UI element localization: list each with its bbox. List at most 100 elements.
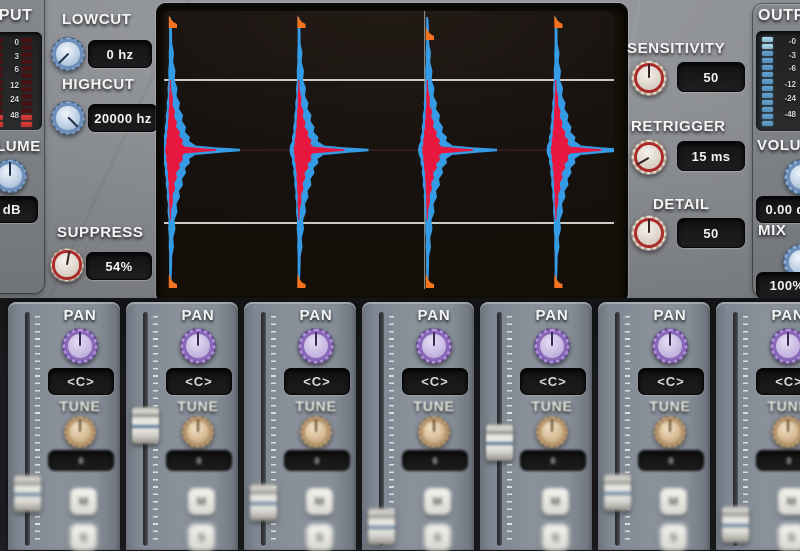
mute-button[interactable]: M [188,488,215,515]
mix-value[interactable]: 100% [756,272,800,299]
detail-knob[interactable] [631,215,667,251]
meter-led [762,107,773,112]
detail-label: DETAIL [653,196,710,213]
waveform-graph [164,11,614,289]
meter-led [0,66,3,71]
input-volume-value[interactable]: 0 dB [0,196,38,223]
tune-value[interactable]: 0 [638,450,704,471]
fader-handle[interactable] [368,508,395,545]
meter-led [762,86,773,91]
meter-led [21,80,32,85]
solo-button[interactable]: S [424,524,451,551]
lowcut-knob[interactable] [51,37,85,71]
input-meter-leds-left [0,38,3,127]
tune-knob[interactable] [182,416,214,448]
retrigger-value[interactable]: 15 ms [677,141,745,171]
pan-knob[interactable] [298,328,334,364]
channel-strip-2: PAN<C>TUNE0MS [126,302,238,550]
pan-knob[interactable] [416,328,452,364]
mute-button[interactable]: M [778,488,800,515]
tune-label: TUNE [520,398,584,414]
retrigger-knob[interactable] [631,139,667,175]
tune-value[interactable]: 0 [48,450,114,471]
solo-button[interactable]: S [778,524,800,551]
tune-knob[interactable] [654,416,686,448]
tune-label: TUNE [166,398,230,414]
pan-knob[interactable] [770,328,800,364]
output-volume-value[interactable]: 0.00 dB [756,196,800,223]
channel-strip-6: PAN<C>TUNE0MS [598,302,710,550]
output-volume-label: VOLUME [757,137,800,154]
tune-value[interactable]: 0 [520,450,586,471]
tune-knob[interactable] [300,416,332,448]
suppress-value[interactable]: 54% [86,252,152,280]
meter-led [762,51,773,56]
tune-label: TUNE [638,398,702,414]
mute-button[interactable]: M [660,488,687,515]
pan-value[interactable]: <C> [166,368,232,395]
mute-button[interactable]: M [542,488,569,515]
tune-knob[interactable] [536,416,568,448]
meter-scale-label: -6 [776,65,796,73]
mute-button[interactable]: M [424,488,451,515]
sensitivity-knob[interactable] [631,60,667,96]
pan-label: PAN [48,307,112,324]
solo-button[interactable]: S [306,524,333,551]
tune-value[interactable]: 0 [402,450,468,471]
solo-button[interactable]: S [542,524,569,551]
meter-led [762,93,773,98]
meter-led [762,114,773,119]
channel-strip-1: PAN<C>TUNE0MS [8,302,120,550]
tune-label: TUNE [402,398,466,414]
meter-led [0,122,3,127]
mute-button[interactable]: M [306,488,333,515]
pan-knob[interactable] [62,328,98,364]
tune-knob[interactable] [772,416,800,448]
mute-button[interactable]: M [70,488,97,515]
top-control-panel: INPUT 036122448 VOLUME 0 dB LOWCUT 0 hz … [0,0,800,298]
lowcut-value[interactable]: 0 hz [88,40,152,68]
highcut-value[interactable]: 20000 hz [88,104,158,132]
meter-scale-label: -3 [776,52,796,60]
sensitivity-value[interactable]: 50 [677,62,745,92]
fader-handle[interactable] [250,484,277,521]
meter-led [762,44,773,49]
pan-value[interactable]: <C> [402,368,468,395]
solo-button[interactable]: S [70,524,97,551]
tune-value[interactable]: 0 [166,450,232,471]
pan-value[interactable]: <C> [638,368,704,395]
tune-value[interactable]: 0 [756,450,800,471]
pan-value[interactable]: <C> [48,368,114,395]
fader-handle[interactable] [132,407,159,444]
suppress-label: SUPPRESS [57,224,144,241]
pan-knob[interactable] [652,328,688,364]
tune-value[interactable]: 0 [284,450,350,471]
meter-led [21,38,32,43]
pan-value[interactable]: <C> [284,368,350,395]
solo-button[interactable]: S [188,524,215,551]
fader-handle[interactable] [486,424,513,461]
pan-knob[interactable] [180,328,216,364]
pan-knob[interactable] [534,328,570,364]
meter-led [0,108,3,113]
meter-led [0,73,3,78]
meter-scale-label: -0 [776,38,796,46]
pan-value[interactable]: <C> [756,368,800,395]
fader-handle[interactable] [14,475,41,512]
meter-led [21,45,32,50]
waveform-display[interactable] [156,3,628,303]
fader-handle[interactable] [604,474,631,511]
tune-knob[interactable] [418,416,450,448]
meter-led [0,38,3,43]
pan-label: PAN [520,307,584,324]
output-meter: -0-3-6-12-24-48 [756,31,800,131]
highcut-knob[interactable] [51,101,85,135]
solo-button[interactable]: S [660,524,687,551]
suppress-knob[interactable] [50,248,84,282]
detail-value[interactable]: 50 [677,218,745,248]
pan-label: PAN [756,307,800,324]
fader-handle[interactable] [722,506,749,543]
pan-value[interactable]: <C> [520,368,586,395]
meter-led [762,100,773,105]
tune-knob[interactable] [64,416,96,448]
